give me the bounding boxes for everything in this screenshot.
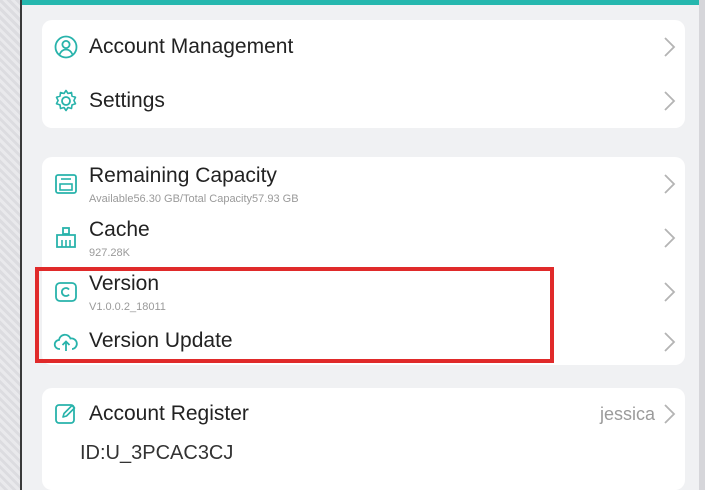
cloud-upload-icon <box>52 328 80 356</box>
account-management-row[interactable]: Account Management <box>42 20 685 74</box>
edit-icon <box>52 400 80 428</box>
background-strip-right <box>699 0 705 490</box>
account-management-label: Account Management <box>89 35 294 58</box>
user-circle-icon <box>52 33 80 61</box>
background-strip-left <box>0 0 20 490</box>
remaining-capacity-row[interactable]: Remaining Capacity Available56.30 GB/Tot… <box>42 157 685 211</box>
chevron-right-icon <box>661 330 677 354</box>
version-label: Version <box>89 272 160 295</box>
account-register-label: Account Register <box>89 402 249 425</box>
settings-label: Settings <box>89 89 165 112</box>
storage-card: Remaining Capacity Available56.30 GB/Tot… <box>42 157 685 365</box>
chevron-right-icon <box>661 280 677 304</box>
header-accent-bar <box>22 0 699 5</box>
version-row[interactable]: Version V1.0.0.2_18011 <box>42 265 685 319</box>
settings-row[interactable]: Settings <box>42 74 685 128</box>
cache-size: 927.28K <box>89 247 130 259</box>
account-id-text: ID:U_3PCAC3CJ <box>80 442 234 464</box>
settings-screen: Account Management Settings Remaining Ca… <box>20 0 699 490</box>
cache-label: Cache <box>89 218 150 241</box>
version-number: V1.0.0.2_18011 <box>89 301 166 313</box>
version-update-label: Version Update <box>89 329 233 352</box>
cache-row[interactable]: Cache 927.28K <box>42 211 685 265</box>
storage-icon <box>52 170 80 198</box>
chevron-right-icon <box>661 35 677 59</box>
chevron-right-icon <box>661 89 677 113</box>
version-update-row[interactable]: Version Update <box>42 319 685 365</box>
account-card: Account Management Settings <box>42 20 685 128</box>
chevron-right-icon <box>661 172 677 196</box>
remaining-capacity-label: Remaining Capacity <box>89 164 277 187</box>
register-card: Account Register jessica <box>42 388 685 490</box>
register-username: jessica <box>599 404 655 424</box>
copyright-icon <box>52 278 80 306</box>
chevron-right-icon <box>661 226 677 250</box>
broom-icon <box>52 224 80 252</box>
account-register-row[interactable]: Account Register jessica <box>42 388 685 442</box>
remaining-capacity-detail: Available56.30 GB/Total Capacity57.93 GB <box>89 193 299 205</box>
chevron-right-icon <box>661 402 677 426</box>
gear-icon <box>52 87 80 115</box>
